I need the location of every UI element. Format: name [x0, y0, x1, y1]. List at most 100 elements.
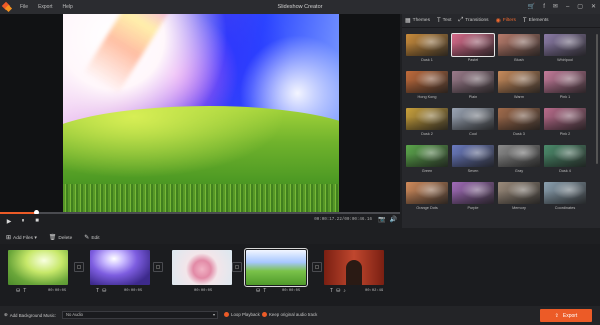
tab-themes[interactable]: ▦ Themes	[405, 17, 430, 24]
filter-thumbnail[interactable]	[544, 108, 586, 130]
facebook-icon[interactable]: f	[543, 3, 545, 11]
tab-text[interactable]: T Text	[437, 18, 451, 24]
filter-thumbnail[interactable]	[544, 145, 586, 167]
audio-icon[interactable]: ♪	[343, 288, 346, 294]
tab-filters[interactable]: ◉ Filters	[496, 17, 516, 24]
filter-item[interactable]: Hong Kong	[406, 71, 448, 102]
cart-icon[interactable]: 🛒	[528, 3, 535, 11]
filter-thumbnail[interactable]	[452, 145, 494, 167]
message-icon[interactable]: ✉	[553, 3, 558, 11]
filter-item[interactable]: Memory	[498, 182, 540, 213]
keep-audio-checkbox[interactable]: Keep original audio track	[262, 312, 317, 317]
tab-elements[interactable]: T Elements	[523, 18, 549, 24]
filter-thumbnail[interactable]	[452, 182, 494, 204]
text-icon[interactable]: T	[263, 288, 266, 294]
filter-thumbnail[interactable]	[406, 34, 448, 56]
filter-thumbnail[interactable]	[452, 108, 494, 130]
filter-item[interactable]: Pink 1	[544, 71, 586, 102]
music-select[interactable]: No Audio ▾	[62, 311, 218, 319]
filter-item[interactable]: Pink 2	[544, 108, 586, 139]
filter-item[interactable]: Blush	[498, 34, 540, 65]
filter-label: Orange Dots	[416, 206, 438, 210]
minimize-icon[interactable]: –	[566, 3, 569, 11]
filter-item[interactable]: Gray	[498, 145, 540, 176]
stop-icon[interactable]: ■	[32, 216, 42, 226]
bottom-bar: ⊕ Add Background Music: No Audio ▾ Loop Pl…	[0, 306, 600, 325]
filter-thumbnail[interactable]	[498, 108, 540, 130]
timeline-clip[interactable]	[90, 250, 150, 285]
play-icon[interactable]: ▶	[4, 216, 14, 226]
close-icon[interactable]: ✕	[591, 3, 596, 11]
filter-item[interactable]: Dusk 4	[544, 145, 586, 176]
add-files-button[interactable]: ⊞ Add Files ▾	[6, 234, 37, 241]
timeline-clip[interactable]	[8, 250, 68, 285]
export-button[interactable]: ⇪ Export	[540, 309, 592, 322]
filter-label: Dusk 3	[513, 132, 525, 136]
filter-thumbnail[interactable]	[406, 182, 448, 204]
filter-thumbnail[interactable]	[498, 71, 540, 93]
filter-item[interactable]: Seven	[452, 145, 494, 176]
transition-slot[interactable]	[74, 262, 84, 272]
filter-icon[interactable]: ⛁	[336, 288, 340, 294]
text-icon[interactable]: T	[96, 288, 99, 294]
filter-item[interactable]: Orange Dots	[406, 182, 448, 213]
add-music-button[interactable]: ⊕ Add Background Music:	[4, 312, 56, 318]
tab-label: Transitions	[465, 18, 489, 23]
clip-duration: 00:02:49	[365, 289, 384, 293]
filter-thumbnail[interactable]	[544, 71, 586, 93]
filter-item[interactable]: Warm	[498, 71, 540, 102]
clip-duration: 00:00:05	[124, 289, 143, 293]
elements-icon: T	[522, 17, 527, 24]
filter-thumbnail[interactable]	[406, 108, 448, 130]
edit-label: Edit	[91, 235, 100, 241]
app-title: Slideshow Creator	[277, 4, 323, 10]
filter-icon[interactable]: ⛁	[102, 288, 106, 294]
loop-playback-checkbox[interactable]: Loop Playback	[224, 312, 260, 317]
menu-bar: File Export Help	[20, 4, 73, 10]
filter-item[interactable]: Coordinates	[544, 182, 586, 213]
filter-item[interactable]: Dusk 2	[406, 108, 448, 139]
menu-export[interactable]: Export	[38, 4, 52, 10]
filter-thumbnail[interactable]	[544, 34, 586, 56]
timeline-clip[interactable]	[324, 250, 384, 285]
filter-thumbnail[interactable]	[498, 182, 540, 204]
checkbox-checked-icon	[224, 312, 229, 317]
snapshot-icon[interactable]: 📷	[378, 216, 385, 223]
filter-item[interactable]: Dusk 1	[406, 34, 448, 65]
filter-icon[interactable]: ⛁	[16, 288, 20, 294]
themes-icon: ▦	[405, 18, 411, 24]
tab-transitions[interactable]: ⤢ Transitions	[458, 17, 488, 24]
timeline-clip[interactable]	[172, 250, 232, 285]
filter-thumbnail[interactable]	[544, 182, 586, 204]
storyboard: ⛁ T 00:00:05 T ⛁ 00:00:05 00:00:05 ⛁ T 00:0…	[0, 244, 600, 306]
text-icon[interactable]: T	[330, 288, 333, 294]
pause-icon[interactable]: ⏸	[18, 216, 28, 226]
transition-slot[interactable]	[312, 262, 322, 272]
transition-slot[interactable]	[153, 262, 163, 272]
filter-icon[interactable]: ⛁	[256, 288, 260, 294]
text-icon[interactable]: T	[23, 288, 26, 294]
filter-thumbnail[interactable]	[451, 33, 495, 57]
filter-thumbnail[interactable]	[406, 145, 448, 167]
filter-item[interactable]: Pastel	[451, 33, 495, 65]
volume-icon[interactable]: 🔊	[390, 216, 397, 223]
filter-thumbnail[interactable]	[406, 71, 448, 93]
filter-item[interactable]: Plain	[452, 71, 494, 102]
filter-thumbnail[interactable]	[498, 34, 540, 56]
menu-file[interactable]: File	[20, 4, 28, 10]
filter-item[interactable]: Cool	[452, 108, 494, 139]
panel-scrollbar[interactable]	[596, 34, 598, 164]
filter-thumbnail[interactable]	[452, 71, 494, 93]
transition-slot[interactable]	[232, 262, 242, 272]
edit-button[interactable]: ✎ Edit	[84, 234, 99, 241]
panel-tabs: ▦ Themes T Text ⤢ Transitions ◉ Filters T Ele…	[402, 14, 600, 28]
filter-item[interactable]: Dusk 3	[498, 108, 540, 139]
filter-item[interactable]: Whirlpool	[544, 34, 586, 65]
timeline-clip-selected[interactable]	[244, 248, 308, 287]
filter-item[interactable]: Purple	[452, 182, 494, 213]
maximize-icon[interactable]: ▢	[577, 3, 583, 11]
menu-help[interactable]: Help	[63, 4, 73, 10]
filter-item[interactable]: Green	[406, 145, 448, 176]
filter-thumbnail[interactable]	[498, 145, 540, 167]
delete-button[interactable]: 🗑 Delete	[49, 234, 73, 241]
